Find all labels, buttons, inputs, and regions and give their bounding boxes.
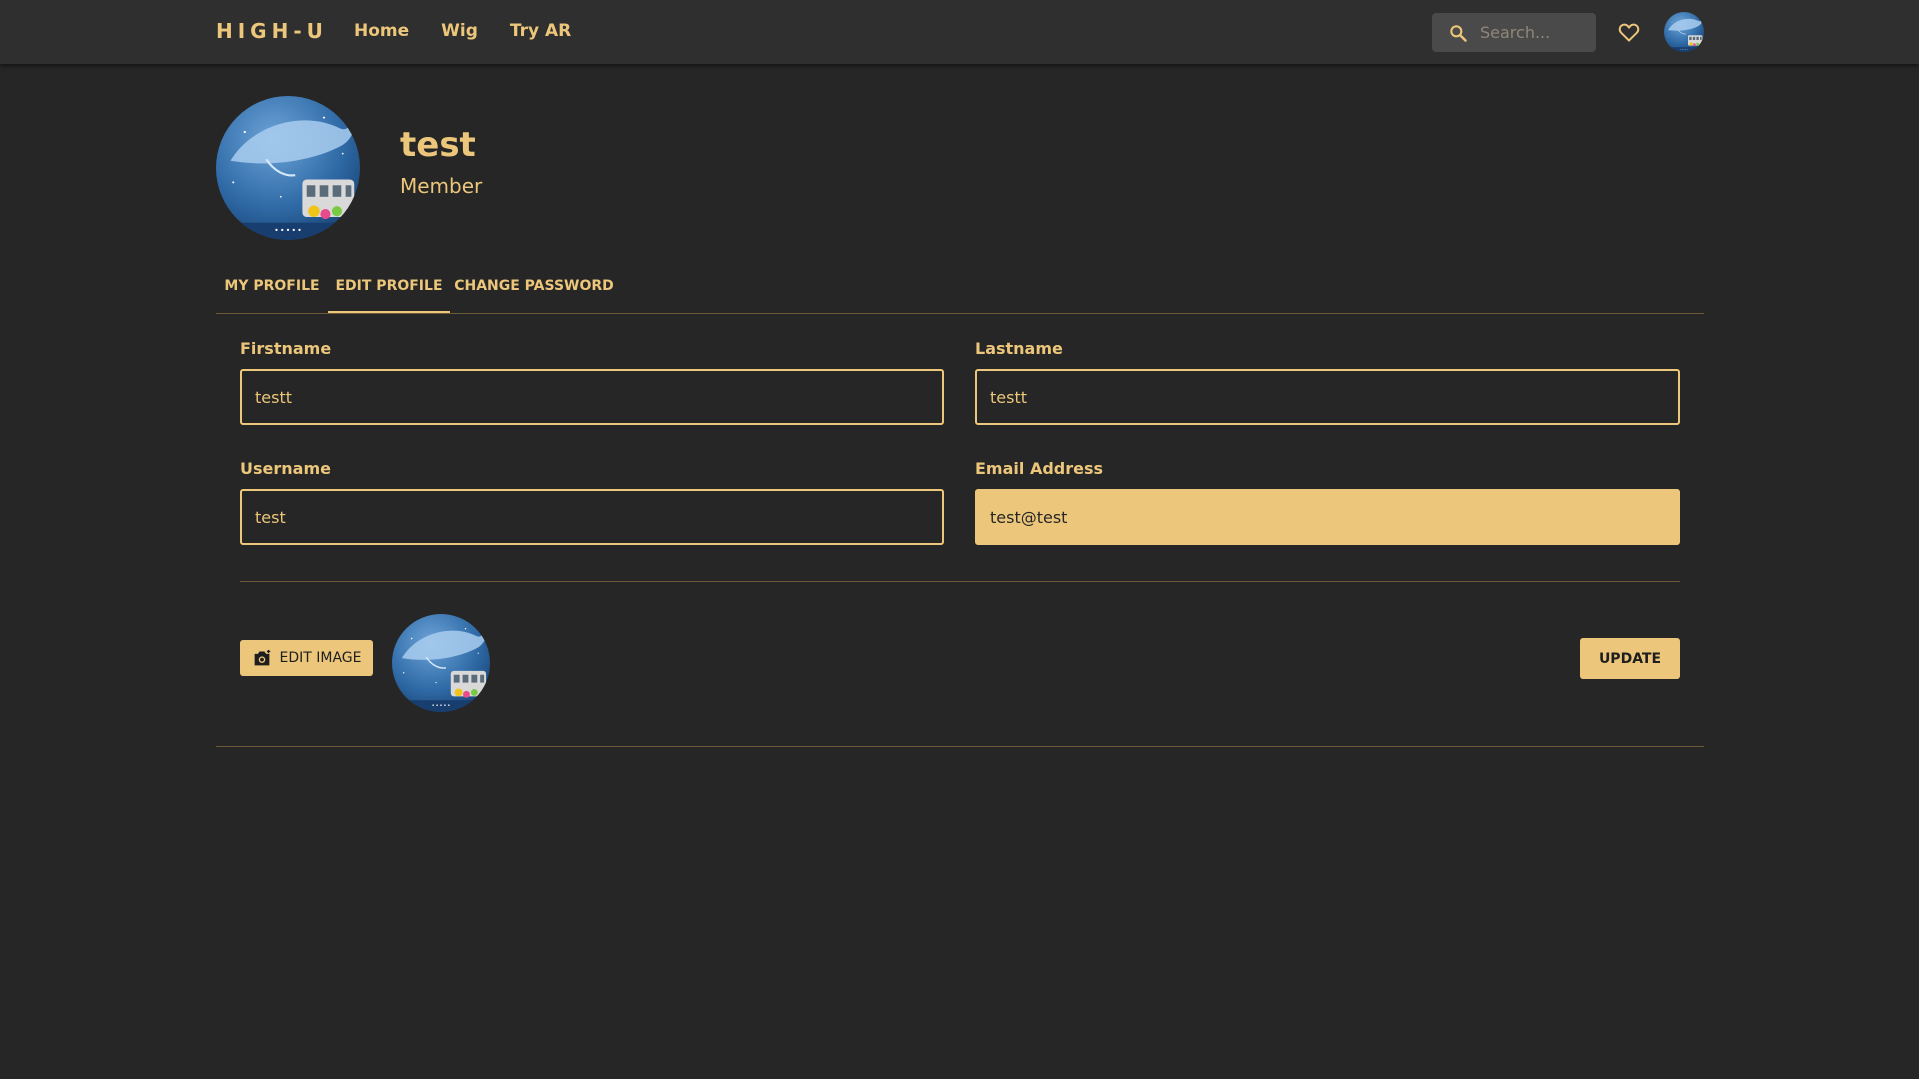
firstname-label: Firstname: [240, 339, 332, 358]
form-divider: [240, 581, 1680, 582]
tab-my-profile[interactable]: MY PROFILE: [216, 266, 328, 313]
heart-icon[interactable]: [1617, 20, 1641, 44]
profile-avatar: [216, 96, 360, 240]
email-label: Email Address: [975, 459, 1104, 478]
nav-links: Home Wig Try AR: [354, 21, 603, 41]
search-box[interactable]: [1432, 13, 1596, 52]
lastname-label: Lastname: [975, 339, 1063, 358]
update-button[interactable]: UPDATE: [1580, 638, 1680, 679]
profile-tabs: MY PROFILE EDIT PROFILE CHANGE PASSWORD: [216, 266, 1704, 314]
user-avatar-button[interactable]: [1664, 12, 1704, 52]
nav-link-home[interactable]: Home: [354, 21, 409, 41]
username-label: Username: [240, 459, 331, 478]
email-field[interactable]: [975, 489, 1680, 545]
profile-name: test: [400, 125, 476, 165]
brand-logo[interactable]: HIGH-U: [216, 19, 328, 43]
avatar-image: [392, 614, 490, 712]
edit-image-label: EDIT IMAGE: [279, 650, 362, 666]
lastname-field[interactable]: [975, 369, 1680, 425]
tab-change-password[interactable]: CHANGE PASSWORD: [450, 266, 618, 313]
search-input[interactable]: [1480, 13, 1590, 52]
top-navbar: HIGH-U Home Wig Try AR: [0, 0, 1919, 64]
firstname-field[interactable]: [240, 369, 944, 425]
profile-role: Member: [400, 174, 483, 198]
username-field[interactable]: [240, 489, 944, 545]
search-icon: [1450, 25, 1467, 42]
avatar-image: [216, 96, 360, 240]
nav-link-wig[interactable]: Wig: [441, 21, 478, 41]
nav-link-try-ar[interactable]: Try AR: [510, 21, 571, 41]
image-preview: [392, 614, 490, 712]
avatar-image: [1664, 12, 1704, 52]
tab-edit-profile[interactable]: EDIT PROFILE: [328, 266, 450, 313]
section-divider: [216, 746, 1704, 747]
camera-icon: [254, 649, 270, 666]
edit-image-button[interactable]: EDIT IMAGE: [240, 640, 373, 676]
